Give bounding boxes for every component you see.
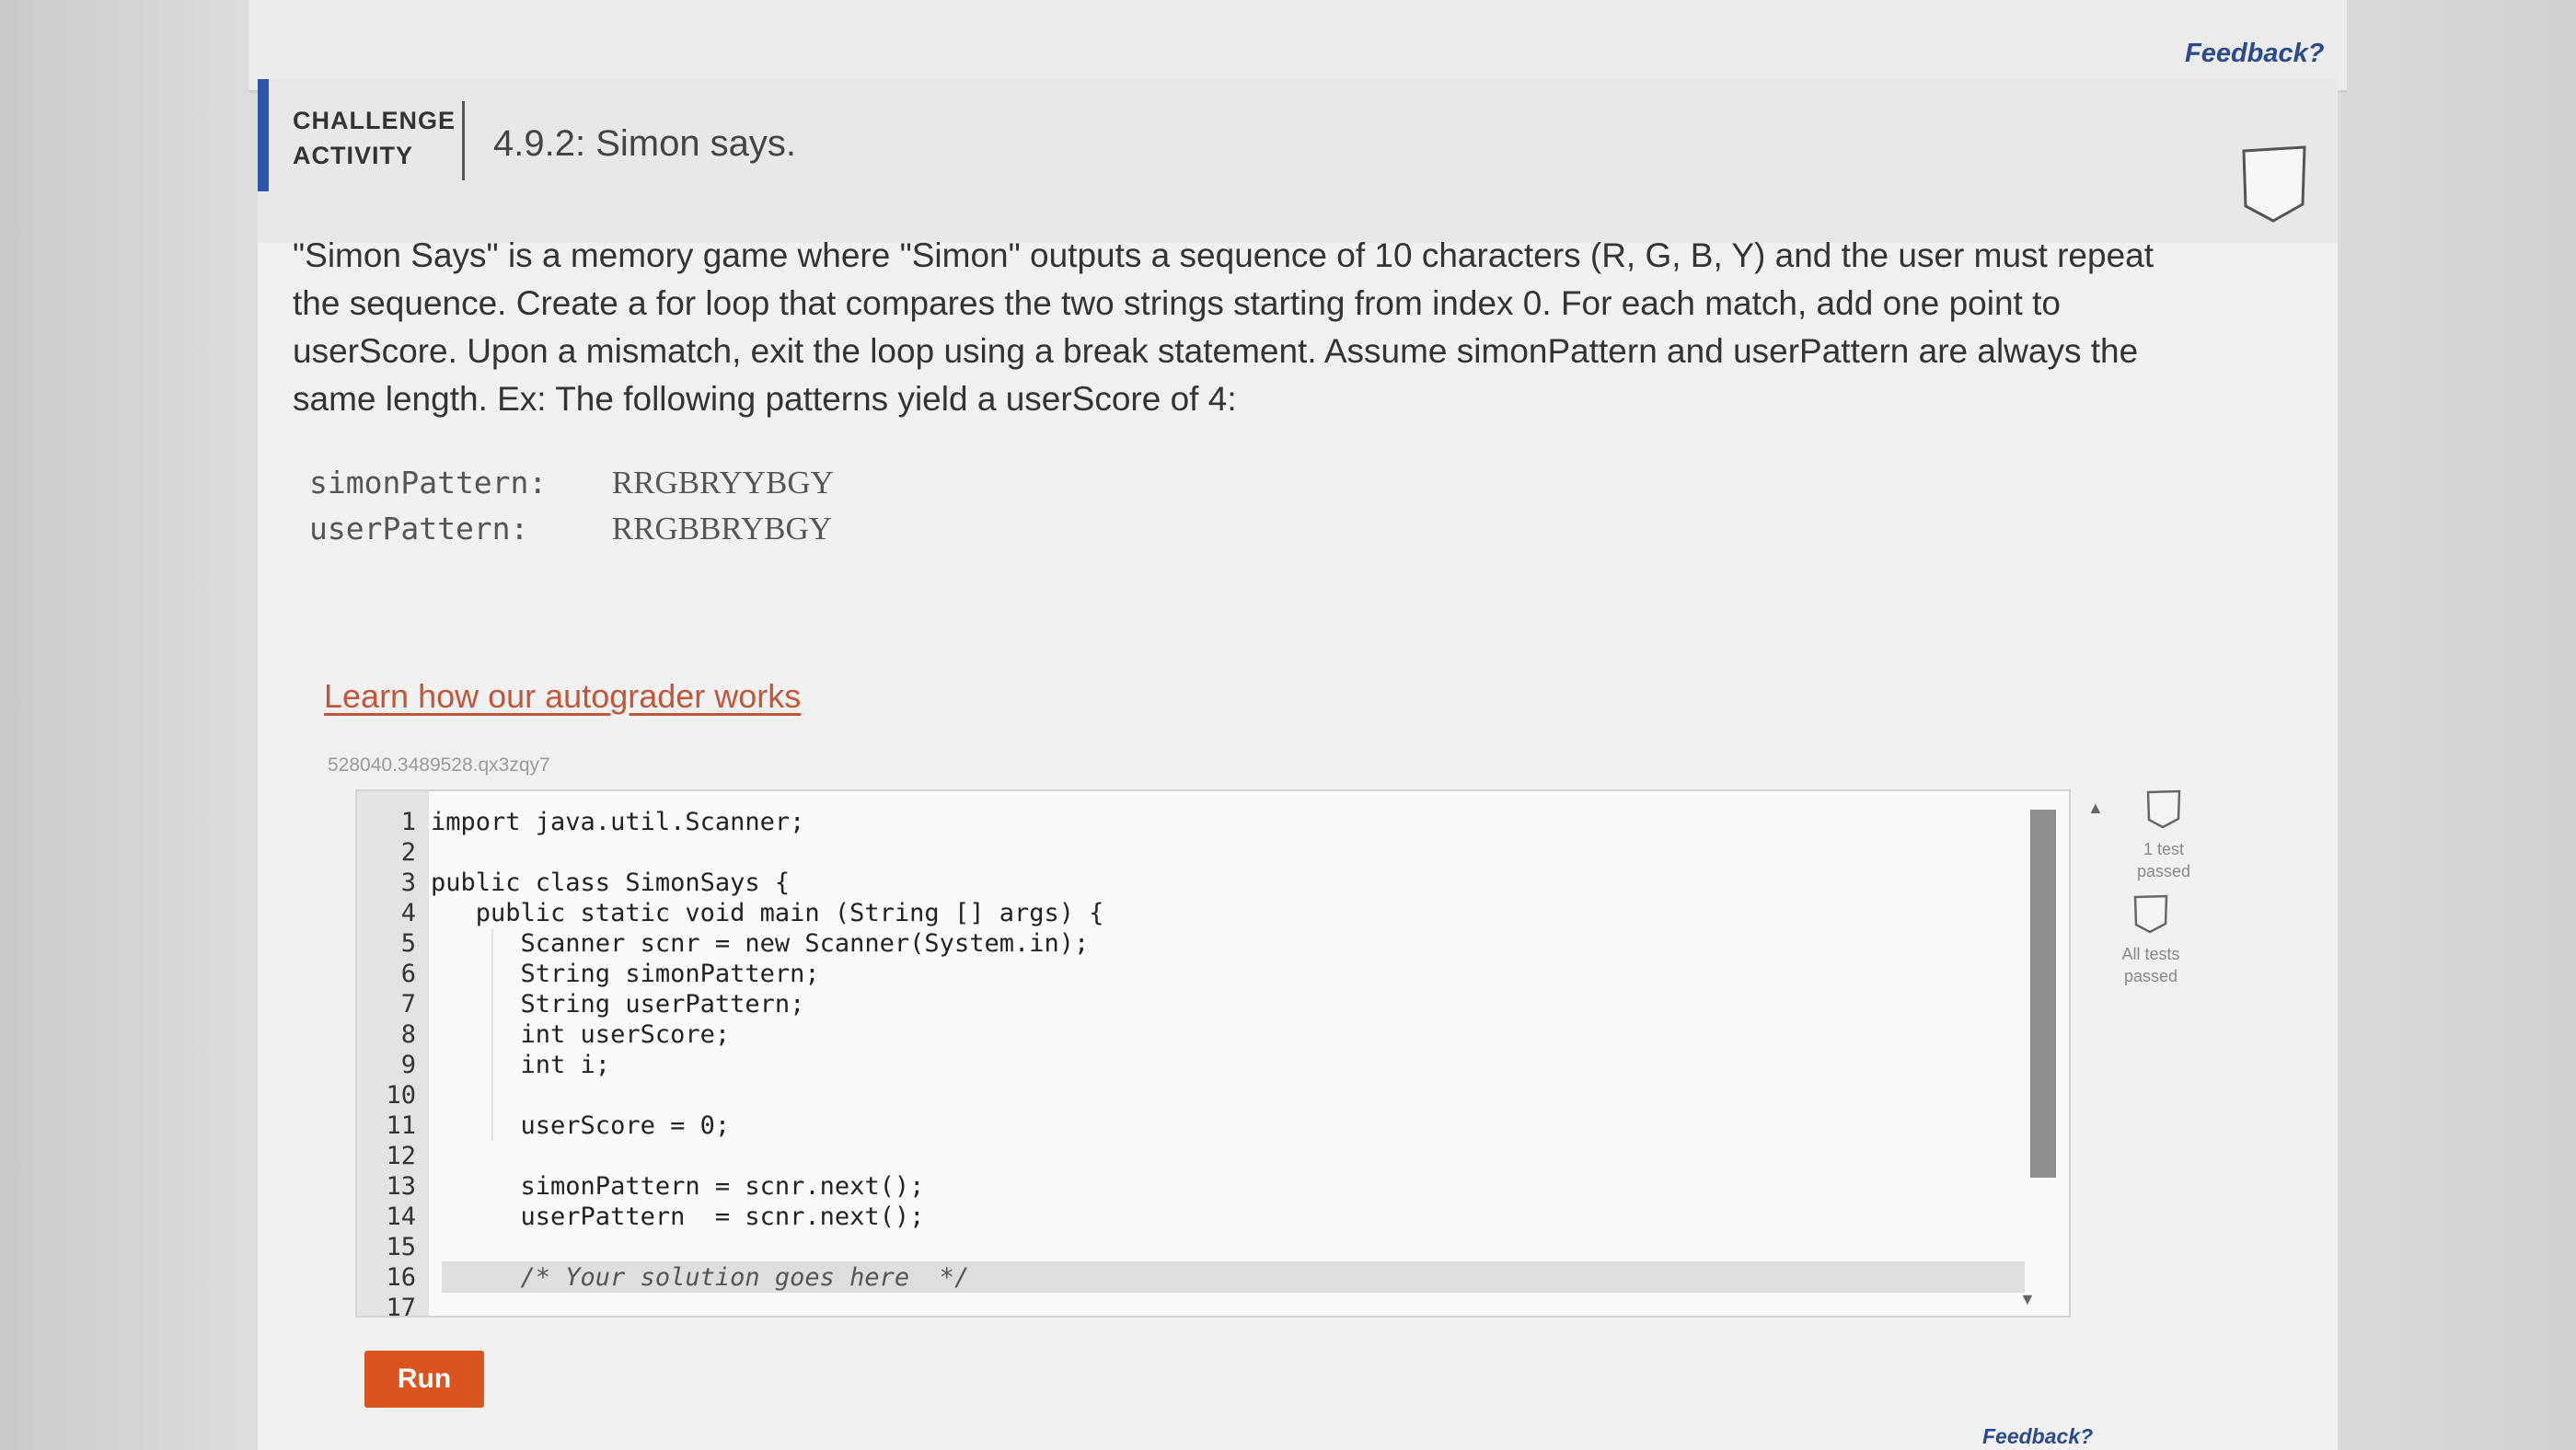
code-text[interactable]: String userPattern; (431, 990, 805, 1018)
code-line[interactable]: 8 int userScore; (357, 1020, 2069, 1051)
code-line[interactable]: 3 public class SimonSays { (357, 869, 2069, 899)
code-text[interactable]: Scanner scnr = new Scanner(System.in); (431, 929, 1090, 958)
activity-title: 4.9.2: Simon says. (493, 123, 797, 164)
line-number: 11 (386, 1111, 416, 1140)
code-line[interactable]: 4 public static void main (String [] arg… (357, 899, 2069, 929)
code-line[interactable]: 15 (357, 1233, 2069, 1263)
code-line[interactable]: 6 String simonPattern; (357, 960, 2069, 990)
run-button[interactable]: Run (364, 1351, 484, 1408)
line-number: 8 (400, 1020, 416, 1049)
example-value: RRGBBRYBGY (611, 511, 832, 547)
activity-id: 528040.3489528.qx3zqy7 (328, 754, 550, 776)
line-number: 5 (400, 929, 416, 958)
all-tests-label: All tests passed (2100, 943, 2201, 987)
line-number: 9 (400, 1051, 416, 1079)
line-number: 7 (400, 990, 416, 1018)
activity-type-line2: ACTIVITY (293, 142, 414, 169)
code-text[interactable]: String simonPattern; (431, 960, 820, 988)
code-text[interactable]: simonPattern = scnr.next(); (431, 1172, 925, 1201)
status-text: passed (2123, 967, 2178, 985)
example-key: simonPattern: (309, 465, 548, 501)
completion-badge-icon (2242, 145, 2306, 223)
line-number: 1 (400, 808, 416, 836)
scroll-up-arrow-icon[interactable]: ▲ (2087, 799, 2104, 818)
code-line[interactable]: 1 import java.util.Scanner; (357, 808, 2069, 838)
editor-scrollbar[interactable] (2030, 810, 2056, 1178)
example-row-simon: simonPattern: RRGBRYYBGY (309, 460, 834, 506)
example-key: userPattern: (309, 511, 529, 547)
line-number: 6 (400, 960, 416, 988)
code-text[interactable]: int i; (431, 1051, 611, 1079)
code-line[interactable]: 12 (357, 1142, 2069, 1172)
one-test-label: 1 test passed (2113, 838, 2214, 882)
line-number: 12 (386, 1142, 416, 1170)
code-line[interactable]: 10 (357, 1081, 2069, 1111)
test-status-icon (2133, 894, 2168, 934)
line-number: 13 (386, 1172, 416, 1201)
status-text: 1 test (2143, 840, 2185, 858)
code-text[interactable]: userPattern = scnr.next(); (431, 1203, 925, 1231)
header-accent-bar (258, 79, 269, 191)
line-number: 2 (400, 838, 416, 867)
example-patterns: simonPattern: RRGBRYYBGY userPattern: RR… (309, 460, 834, 552)
code-text[interactable]: userScore = 0; (431, 1111, 731, 1140)
code-line[interactable]: 9 int i; (357, 1051, 2069, 1081)
code-line[interactable]: 7 String userPattern; (357, 990, 2069, 1020)
line-number: 10 (386, 1081, 416, 1110)
feedback-link-bottom[interactable]: Feedback? (1982, 1424, 2093, 1449)
code-line[interactable]: 5 Scanner scnr = new Scanner(System.in); (357, 929, 2069, 960)
feedback-link-top[interactable]: Feedback? (2185, 39, 2325, 69)
activity-description: "Simon Says" is a memory game where "Sim… (293, 236, 2154, 418)
code-line[interactable]: 16 /* Your solution goes here */ (357, 1261, 2069, 1294)
status-text: passed (2136, 862, 2191, 880)
line-number: 17 (386, 1294, 416, 1318)
code-text[interactable]: public static void main (String [] args)… (431, 899, 1104, 927)
activity-type-line1: CHALLENGE (293, 107, 456, 134)
code-line[interactable]: 11 userScore = 0; (357, 1111, 2069, 1142)
code-text[interactable]: /* Your solution goes here */ (431, 1263, 970, 1292)
code-text[interactable]: import java.util.Scanner; (431, 808, 804, 836)
header-divider (462, 101, 465, 180)
line-number: 14 (386, 1203, 416, 1231)
line-number: 3 (400, 869, 416, 897)
line-number: 16 (386, 1263, 416, 1292)
status-one-test: 1 test passed (2113, 789, 2214, 882)
status-all-tests: All tests passed (2100, 894, 2201, 987)
code-line[interactable]: 14 userPattern = scnr.next(); (357, 1203, 2069, 1233)
line-number: 15 (386, 1233, 416, 1261)
code-line[interactable]: 2 (357, 838, 2069, 869)
line-number: 4 (400, 899, 416, 927)
status-text: All tests (2121, 945, 2180, 963)
example-value: RRGBRYYBGY (611, 465, 834, 501)
autograder-help-link[interactable]: Learn how our autograder works (324, 677, 801, 716)
code-line[interactable]: 13 simonPattern = scnr.next(); (357, 1172, 2069, 1203)
test-status-icon (2146, 789, 2181, 829)
code-editor[interactable]: 1 import java.util.Scanner; 2 3 public class… (355, 789, 2071, 1318)
code-line[interactable]: 17 (357, 1294, 2069, 1318)
code-text[interactable]: int userScore; (431, 1020, 731, 1049)
example-row-user: userPattern: RRGBBRYBGY (309, 506, 834, 552)
code-text[interactable]: public class SimonSays { (431, 869, 790, 897)
scroll-down-arrow-icon[interactable]: ▼ (2019, 1290, 2036, 1309)
activity-type-label: CHALLENGE ACTIVITY (293, 103, 456, 173)
